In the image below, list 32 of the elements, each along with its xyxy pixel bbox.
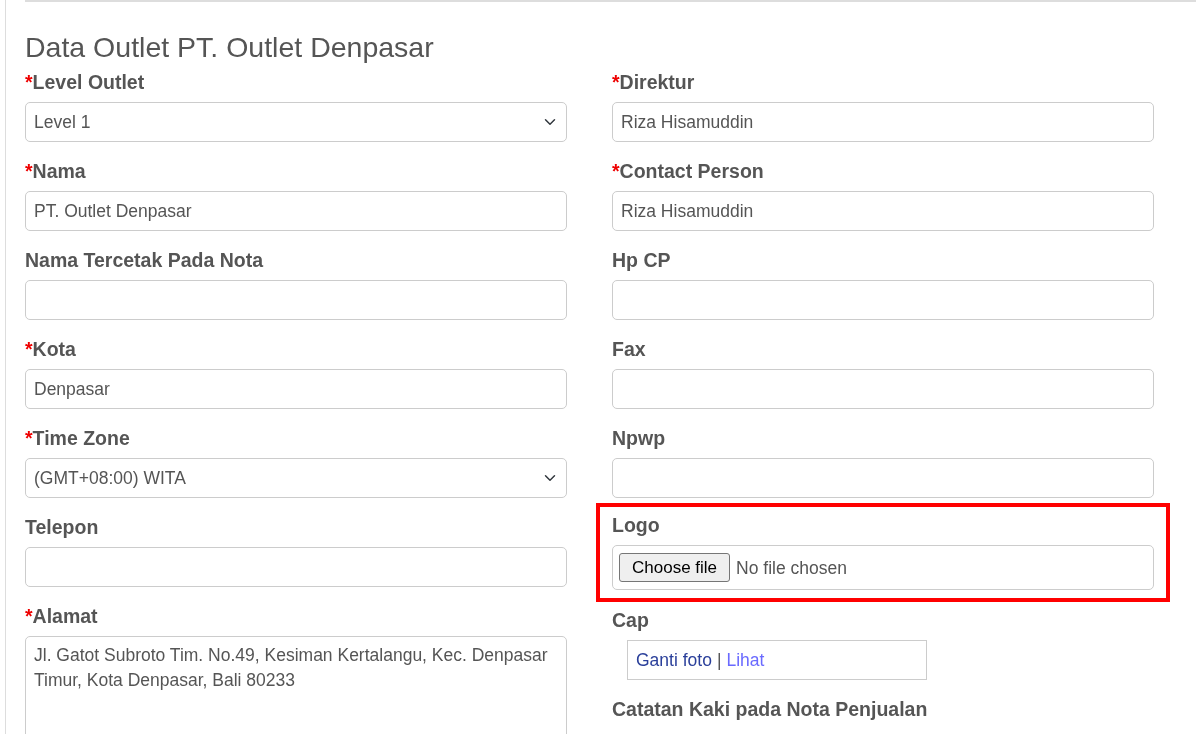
field-label: *Nama [25,161,86,182]
field-label: *Direktur [612,72,695,93]
text-field[interactable]: PT. Outlet Denpasar [25,191,567,232]
select-field[interactable]: (GMT+08:00) WITA [25,458,567,499]
field-label: Fax [612,339,646,360]
text-field[interactable] [25,280,567,321]
field-label: *Alamat [25,606,98,627]
text-field[interactable]: Riza Hisamuddin [612,191,1154,232]
field-label: Catatan Kaki pada Nota Penjualan [612,699,928,720]
text-field[interactable]: Riza Hisamuddin [612,102,1154,143]
field-label: *Contact Person [612,161,764,182]
text-field[interactable] [612,369,1154,410]
text-field[interactable] [612,458,1154,499]
link[interactable]: Ganti foto [636,647,712,674]
field-label: *Time Zone [25,428,130,449]
field-label: Nama Tercetak Pada Nota [25,250,264,271]
link[interactable]: Lihat [726,647,765,674]
field-label: *Level Outlet [25,72,145,93]
field-label: Telepon [25,517,99,538]
text-field[interactable]: Denpasar [25,369,567,410]
file-input[interactable]: Choose file No file chosen [612,545,1154,591]
field-label: Hp CP [612,250,671,271]
field-label: *Kota [25,339,76,360]
text-field[interactable] [612,280,1154,321]
separator: | [716,649,722,673]
field-label: Logo [612,515,660,536]
field-label: Npwp [612,428,666,449]
address-field[interactable]: Jl. Gatot Subroto Tim. No.49, Kesiman Kertalangu, Kec. Denpasar Timur, Kota Denpasar, Bali 80233 [25,636,567,734]
select-field[interactable]: Level 1 [25,102,567,143]
field-label: Cap [612,610,649,631]
text-field[interactable] [25,547,567,588]
page-title: Data Outlet PT. Outlet Denpasar [25,30,435,65]
